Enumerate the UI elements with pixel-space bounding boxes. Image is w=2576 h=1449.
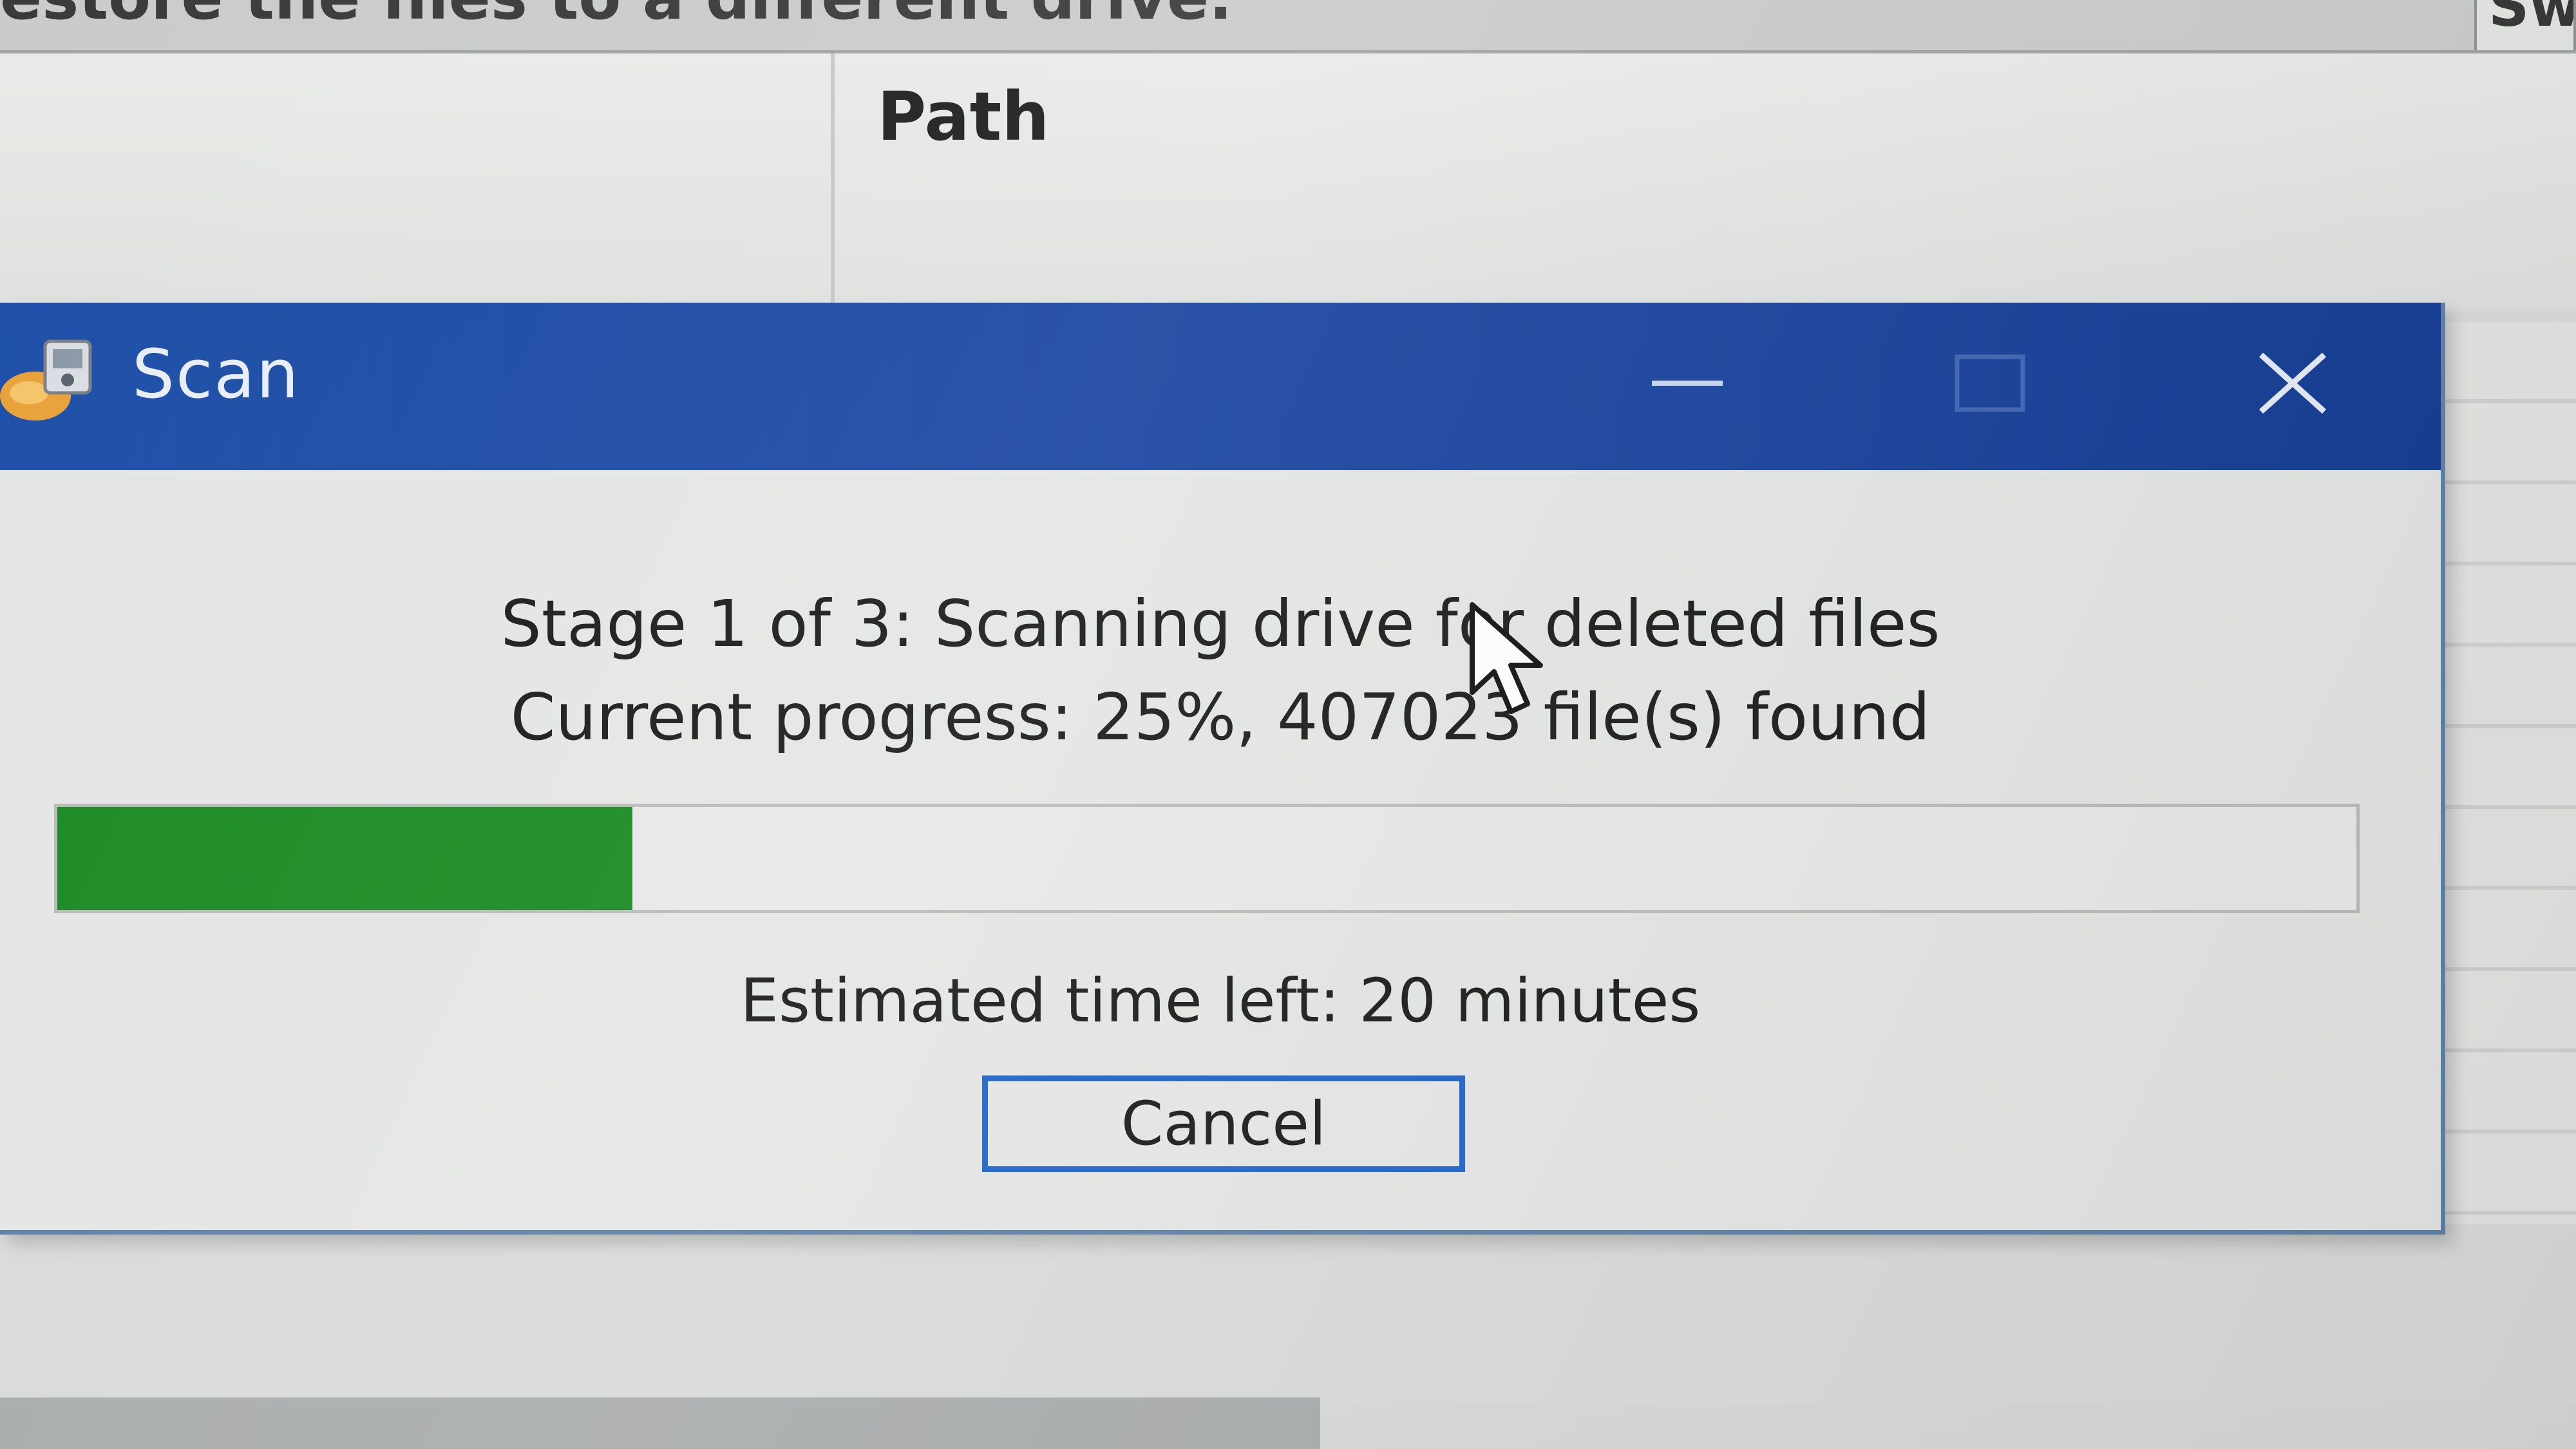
screen: estore the files to a different drive. S… [0, 0, 2576, 1449]
title-bar[interactable]: Scan [0, 303, 2441, 470]
dialog-title: Scan [132, 335, 300, 413]
background-instruction-text: estore the files to a different drive. [0, 0, 1233, 33]
close-icon [2259, 352, 2327, 414]
maximize-icon [1955, 354, 2025, 412]
mouse-pointer-icon [1470, 602, 1543, 714]
cancel-button[interactable]: Cancel [982, 1075, 1465, 1172]
background-scrollbar[interactable] [0, 1397, 1320, 1449]
scan-progress-bar [54, 804, 2360, 913]
file-list-rows [2441, 322, 2576, 1224]
background-top-strip: estore the files to a different drive. S… [0, 0, 2576, 53]
background-top-button[interactable]: Sw [2474, 0, 2576, 50]
scan-dialog: Scan Stage 1 of 3: Scanning drive for de… [0, 303, 2445, 1235]
file-list-header [0, 53, 2576, 311]
progress-status-text: Current progress: 25%, 407023 file(s) fo… [510, 679, 1931, 755]
column-header-path[interactable]: Path [877, 77, 1049, 156]
close-button[interactable] [2222, 322, 2363, 444]
recovery-app-icon [0, 339, 92, 421]
background-top-button-label: Sw [2488, 0, 2576, 39]
column-divider[interactable] [831, 53, 835, 311]
minimize-button[interactable] [1616, 322, 1758, 444]
stage-status-text: Stage 1 of 3: Scanning drive for deleted… [500, 586, 1940, 661]
background-lower-area [0, 1236, 2576, 1404]
minimize-icon [1652, 381, 1723, 386]
estimated-time-text: Estimated time left: 20 minutes [740, 966, 1701, 1036]
progress-fill [57, 807, 632, 910]
maximize-button[interactable] [1919, 322, 2061, 444]
